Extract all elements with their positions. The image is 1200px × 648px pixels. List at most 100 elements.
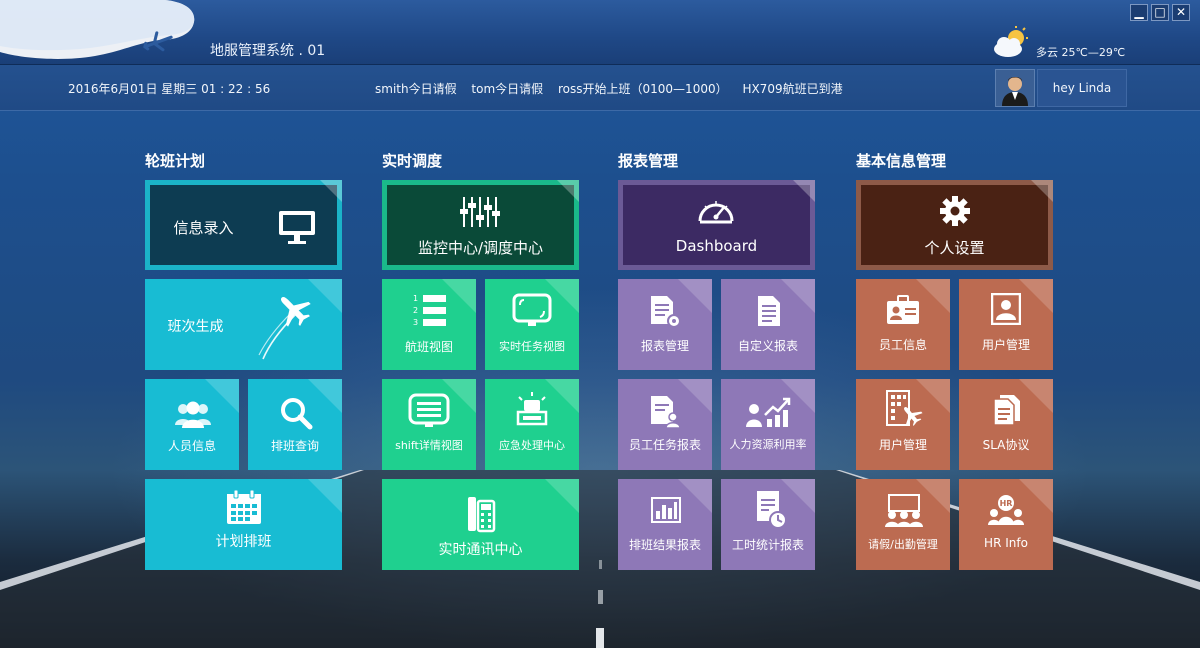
tile-personal-settings[interactable]: 个人设置	[856, 180, 1053, 270]
section-title-dispatch: 实时调度	[382, 152, 443, 170]
building-plane-icon	[886, 390, 923, 427]
calendar-icon	[227, 489, 261, 524]
document-icon	[758, 296, 780, 326]
section-title-rotation: 轮班计划	[145, 152, 206, 170]
section-title-basic: 基本信息管理	[856, 152, 947, 170]
monitor-icon	[279, 211, 315, 244]
tile-employee-info[interactable]: 员工信息	[856, 279, 950, 370]
tile-hours-report[interactable]: 工时统计报表	[721, 479, 815, 570]
datetime-display: 2016年6月01日 星期三 01 : 22 : 56	[68, 82, 271, 96]
document-gear-icon	[651, 296, 681, 328]
phone-icon	[468, 497, 496, 533]
close-button[interactable]: ✕	[1172, 4, 1190, 21]
svg-text:2: 2	[413, 306, 418, 315]
tile-label: 计划排班	[215, 534, 272, 550]
document-user-icon	[651, 396, 681, 429]
screen-icon	[512, 293, 552, 326]
meeting-board-icon	[885, 494, 923, 527]
tile-label: 工时统计报表	[731, 538, 804, 552]
tile-label: 实时通讯中心	[438, 542, 523, 558]
tile-flight-view[interactable]: 1 2 3 航班视图	[382, 279, 476, 370]
avatar[interactable]	[995, 69, 1035, 107]
tile-label: 员工信息	[878, 338, 927, 352]
maximize-button[interactable]: □	[1151, 4, 1169, 21]
tile-plan-schedule[interactable]: 计划排班	[145, 479, 342, 570]
tile-label: HR Info	[984, 536, 1028, 550]
tile-leave-attendance[interactable]: 请假/出勤管理	[856, 479, 950, 570]
tile-user-mgmt-2[interactable]: 用户管理	[856, 379, 950, 470]
tile-sla[interactable]: SLA协议	[959, 379, 1053, 470]
airplane-icon	[258, 296, 311, 360]
numbered-list-icon: 1 2 3	[413, 294, 446, 327]
tile-custom-report[interactable]: 自定义报表	[721, 279, 815, 370]
tile-report-mgmt[interactable]: 报表管理	[618, 279, 712, 370]
tile-label: SLA协议	[982, 438, 1030, 452]
tile-label: 用户管理	[878, 438, 927, 452]
tile-hr-info[interactable]: HR HR Info	[959, 479, 1053, 570]
tile-comms[interactable]: 实时通讯中心	[382, 479, 579, 570]
user-avatar-icon	[996, 70, 1034, 106]
section-title-reports: 报表管理	[618, 152, 679, 170]
notice-ticker: smith今日请假 tom今日请假 ross开始上班（0100—1000） HX…	[375, 80, 854, 97]
tile-shift-query[interactable]: 排班查询	[248, 379, 342, 470]
tile-label: Dashboard	[675, 237, 758, 255]
id-badge-icon	[887, 295, 919, 324]
hr-team-icon: HR	[988, 495, 1024, 525]
tile-task-view[interactable]: 实时任务视图	[485, 279, 579, 370]
minimize-button[interactable]: ▁	[1130, 4, 1148, 21]
notice-item: smith今日请假	[375, 82, 457, 96]
gear-icon	[940, 196, 970, 226]
tile-label: 自定义报表	[737, 339, 798, 353]
tile-dashboard[interactable]: Dashboard	[618, 180, 815, 270]
tile-hr-utilization[interactable]: 人力资源利用率	[721, 379, 815, 470]
app-logo	[0, 0, 200, 64]
tile-info-entry[interactable]: 信息录入	[145, 180, 342, 270]
tile-label: 航班视图	[404, 340, 453, 354]
tile-shift-gen[interactable]: 班次生成	[145, 279, 342, 370]
gauge-icon	[698, 201, 734, 224]
tile-schedule-result[interactable]: 排班结果报表	[618, 479, 712, 570]
tile-label: 应急处理中心	[499, 439, 565, 452]
svg-text:HR: HR	[1000, 499, 1013, 508]
tile-label: 报表管理	[640, 339, 689, 353]
cloudy-sun-icon	[994, 26, 1028, 57]
tile-label: 用户管理	[981, 338, 1030, 352]
documents-icon	[993, 395, 1020, 426]
notice-item: tom今日请假	[471, 82, 544, 96]
title-bar: 地服管理系统 . 01 ▁ □ ✕ 多云 25℃—29℃	[0, 0, 1200, 65]
monitor-list-icon	[408, 393, 450, 427]
tile-label: 人员信息	[167, 439, 216, 453]
tile-label: 信息录入	[173, 219, 234, 237]
tile-staff-task-report[interactable]: 员工任务报表	[618, 379, 712, 470]
tile-label: 监控中心/调度中心	[417, 239, 544, 257]
tile-label: 实时任务视图	[499, 340, 565, 353]
svg-text:3: 3	[413, 318, 418, 327]
weather-widget: 多云 25℃—29℃	[990, 26, 1150, 60]
svg-text:1: 1	[413, 294, 418, 303]
bar-chart-icon	[651, 497, 681, 523]
tile-label: 人力资源利用率	[729, 438, 807, 451]
tile-label: shift详情视图	[395, 439, 463, 452]
report-clock-icon	[757, 491, 787, 529]
tile-label: 请假/出勤管理	[868, 538, 938, 551]
user-menu[interactable]: hey Linda	[1037, 69, 1127, 107]
app-title: 地服管理系统 . 01	[210, 43, 326, 59]
tile-user-mgmt[interactable]: 用户管理	[959, 279, 1053, 370]
search-icon	[281, 398, 313, 430]
user-growth-chart-icon	[746, 397, 791, 427]
sliders-icon	[460, 197, 500, 227]
tile-monitor-center[interactable]: 监控中心/调度中心	[382, 180, 579, 270]
tile-label: 排班结果报表	[628, 538, 701, 552]
info-bar: 2016年6月01日 星期三 01 : 22 : 56 smith今日请假 to…	[0, 65, 1200, 111]
tile-label: 排班查询	[270, 439, 319, 453]
notice-item: HX709航班已到港	[742, 82, 843, 96]
notice-item: ross开始上班（0100—1000）	[558, 82, 728, 96]
user-portrait-icon	[991, 293, 1021, 325]
alarm-light-icon	[516, 392, 548, 426]
tile-shift-detail[interactable]: shift详情视图	[382, 379, 476, 470]
weather-text: 多云 25℃—29℃	[1036, 46, 1126, 59]
tile-staff-info[interactable]: 人员信息	[145, 379, 239, 470]
tile-emergency[interactable]: 应急处理中心	[485, 379, 579, 470]
users-group-icon	[175, 401, 211, 428]
tile-label: 员工任务报表	[628, 438, 701, 452]
